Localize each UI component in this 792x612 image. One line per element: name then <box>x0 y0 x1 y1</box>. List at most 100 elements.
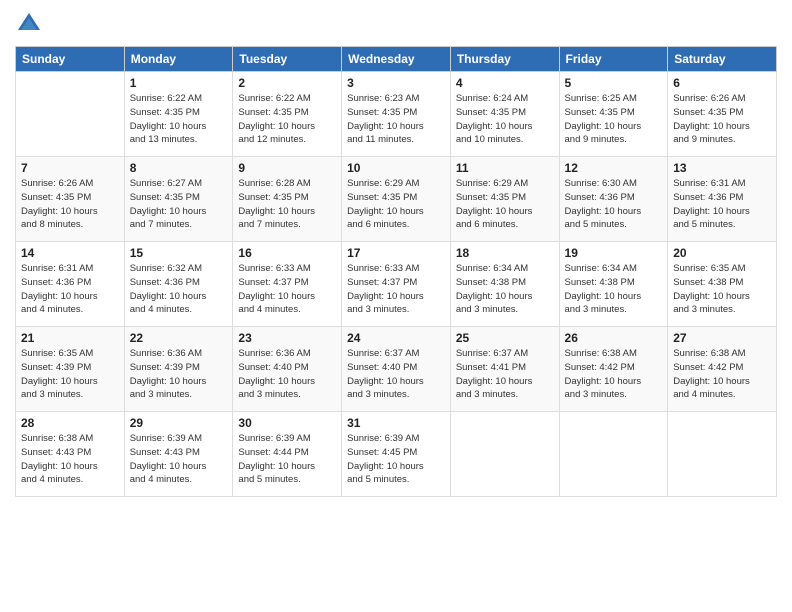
day-info: Sunrise: 6:35 AM Sunset: 4:38 PM Dayligh… <box>673 262 771 317</box>
day-number: 10 <box>347 161 445 175</box>
calendar-cell: 25Sunrise: 6:37 AM Sunset: 4:41 PM Dayli… <box>450 327 559 412</box>
logo <box>15 10 45 38</box>
day-info: Sunrise: 6:25 AM Sunset: 4:35 PM Dayligh… <box>565 92 663 147</box>
weekday-row: SundayMondayTuesdayWednesdayThursdayFrid… <box>16 47 777 72</box>
day-number: 4 <box>456 76 554 90</box>
calendar-cell: 9Sunrise: 6:28 AM Sunset: 4:35 PM Daylig… <box>233 157 342 242</box>
day-info: Sunrise: 6:38 AM Sunset: 4:43 PM Dayligh… <box>21 432 119 487</box>
logo-icon <box>15 10 43 38</box>
calendar-cell <box>668 412 777 497</box>
day-info: Sunrise: 6:32 AM Sunset: 4:36 PM Dayligh… <box>130 262 228 317</box>
calendar-cell: 11 Sunrise: 6:29 AM Sunset: 4:35 PM Dayli… <box>450 157 559 242</box>
calendar-week-row: 7Sunrise: 6:26 AM Sunset: 4:35 PM Daylig… <box>16 157 777 242</box>
day-info: Sunrise: 6:29 AM Sunset: 4:35 PM Dayligh… <box>347 177 445 232</box>
day-info: Sunrise: 6:22 AM Sunset: 4:35 PM Dayligh… <box>130 92 228 147</box>
day-number: 14 <box>21 246 119 260</box>
weekday-header: Saturday <box>668 47 777 72</box>
day-info: Sunrise: 6:39 AM Sunset: 4:44 PM Dayligh… <box>238 432 336 487</box>
calendar-cell: 16 Sunrise: 6:33 AM Sunset: 4:37 PM Dayli… <box>233 242 342 327</box>
day-number: 26 <box>565 331 663 345</box>
day-number: 21 <box>21 331 119 345</box>
day-number: 29 <box>130 416 228 430</box>
calendar-cell: 30 Sunrise: 6:39 AM Sunset: 4:44 PM Dayli… <box>233 412 342 497</box>
day-number: 15 <box>130 246 228 260</box>
day-number: 31 <box>347 416 445 430</box>
day-info: Sunrise: 6:26 AM Sunset: 4:35 PM Dayligh… <box>673 92 771 147</box>
day-info: Sunrise: 6:31 AM Sunset: 4:36 PM Dayligh… <box>21 262 119 317</box>
calendar-cell: 15 Sunrise: 6:32 AM Sunset: 4:36 PM Dayli… <box>124 242 233 327</box>
day-info: Sunrise: 6:30 AM Sunset: 4:36 PM Dayligh… <box>565 177 663 232</box>
calendar-cell: 2 Sunrise: 6:22 AM Sunset: 4:35 PM Daylig… <box>233 72 342 157</box>
day-info: Sunrise: 6:34 AM Sunset: 4:38 PM Dayligh… <box>565 262 663 317</box>
day-info: Sunrise: 6:36 AM Sunset: 4:39 PM Dayligh… <box>130 347 228 402</box>
calendar-cell: 3 Sunrise: 6:23 AM Sunset: 4:35 PM Daylig… <box>342 72 451 157</box>
day-number: 24 <box>347 331 445 345</box>
day-info: Sunrise: 6:22 AM Sunset: 4:35 PM Dayligh… <box>238 92 336 147</box>
calendar-cell: 13 Sunrise: 6:31 AM Sunset: 4:36 PM Dayli… <box>668 157 777 242</box>
day-info: Sunrise: 6:26 AM Sunset: 4:35 PM Dayligh… <box>21 177 119 232</box>
day-number: 1 <box>130 76 228 90</box>
calendar-cell: 26Sunrise: 6:38 AM Sunset: 4:42 PM Dayli… <box>559 327 668 412</box>
day-info: Sunrise: 6:24 AM Sunset: 4:35 PM Dayligh… <box>456 92 554 147</box>
day-info: Sunrise: 6:29 AM Sunset: 4:35 PM Dayligh… <box>456 177 554 232</box>
calendar-week-row: 28 Sunrise: 6:38 AM Sunset: 4:43 PM Dayli… <box>16 412 777 497</box>
weekday-header: Sunday <box>16 47 125 72</box>
calendar-cell: 8 Sunrise: 6:27 AM Sunset: 4:35 PM Daylig… <box>124 157 233 242</box>
day-number: 23 <box>238 331 336 345</box>
day-number: 12 <box>565 161 663 175</box>
calendar-cell: 23 Sunrise: 6:36 AM Sunset: 4:40 PM Dayli… <box>233 327 342 412</box>
weekday-header: Tuesday <box>233 47 342 72</box>
calendar-cell: 24 Sunrise: 6:37 AM Sunset: 4:40 PM Dayli… <box>342 327 451 412</box>
weekday-header: Wednesday <box>342 47 451 72</box>
calendar-cell <box>559 412 668 497</box>
day-number: 3 <box>347 76 445 90</box>
day-info: Sunrise: 6:28 AM Sunset: 4:35 PM Dayligh… <box>238 177 336 232</box>
header <box>15 10 777 38</box>
day-info: Sunrise: 6:34 AM Sunset: 4:38 PM Dayligh… <box>456 262 554 317</box>
day-number: 2 <box>238 76 336 90</box>
day-info: Sunrise: 6:36 AM Sunset: 4:40 PM Dayligh… <box>238 347 336 402</box>
day-info: Sunrise: 6:33 AM Sunset: 4:37 PM Dayligh… <box>347 262 445 317</box>
calendar-cell <box>16 72 125 157</box>
day-number: 11 <box>456 161 554 175</box>
calendar-cell: 5 Sunrise: 6:25 AM Sunset: 4:35 PM Daylig… <box>559 72 668 157</box>
page: SundayMondayTuesdayWednesdayThursdayFrid… <box>0 0 792 612</box>
day-number: 28 <box>21 416 119 430</box>
day-number: 30 <box>238 416 336 430</box>
calendar-body: 1 Sunrise: 6:22 AM Sunset: 4:35 PM Daylig… <box>16 72 777 497</box>
calendar-cell: 6 Sunrise: 6:26 AM Sunset: 4:35 PM Daylig… <box>668 72 777 157</box>
calendar-cell: 28 Sunrise: 6:38 AM Sunset: 4:43 PM Dayli… <box>16 412 125 497</box>
calendar-week-row: 14 Sunrise: 6:31 AM Sunset: 4:36 PM Dayli… <box>16 242 777 327</box>
calendar-cell: 29Sunrise: 6:39 AM Sunset: 4:43 PM Dayli… <box>124 412 233 497</box>
calendar-cell: 20 Sunrise: 6:35 AM Sunset: 4:38 PM Dayli… <box>668 242 777 327</box>
calendar-cell: 21Sunrise: 6:35 AM Sunset: 4:39 PM Dayli… <box>16 327 125 412</box>
day-number: 13 <box>673 161 771 175</box>
day-number: 20 <box>673 246 771 260</box>
calendar-cell <box>450 412 559 497</box>
day-number: 16 <box>238 246 336 260</box>
day-number: 17 <box>347 246 445 260</box>
weekday-header: Friday <box>559 47 668 72</box>
day-info: Sunrise: 6:31 AM Sunset: 4:36 PM Dayligh… <box>673 177 771 232</box>
calendar-cell: 12 Sunrise: 6:30 AM Sunset: 4:36 PM Dayli… <box>559 157 668 242</box>
calendar-table: SundayMondayTuesdayWednesdayThursdayFrid… <box>15 46 777 497</box>
calendar-cell: 18 Sunrise: 6:34 AM Sunset: 4:38 PM Dayli… <box>450 242 559 327</box>
calendar-cell: 22Sunrise: 6:36 AM Sunset: 4:39 PM Dayli… <box>124 327 233 412</box>
weekday-header: Monday <box>124 47 233 72</box>
day-info: Sunrise: 6:27 AM Sunset: 4:35 PM Dayligh… <box>130 177 228 232</box>
calendar-cell: 10 Sunrise: 6:29 AM Sunset: 4:35 PM Dayli… <box>342 157 451 242</box>
calendar-cell: 14 Sunrise: 6:31 AM Sunset: 4:36 PM Dayli… <box>16 242 125 327</box>
day-number: 5 <box>565 76 663 90</box>
day-info: Sunrise: 6:33 AM Sunset: 4:37 PM Dayligh… <box>238 262 336 317</box>
calendar-cell: 4 Sunrise: 6:24 AM Sunset: 4:35 PM Daylig… <box>450 72 559 157</box>
day-number: 6 <box>673 76 771 90</box>
day-info: Sunrise: 6:23 AM Sunset: 4:35 PM Dayligh… <box>347 92 445 147</box>
day-number: 27 <box>673 331 771 345</box>
calendar-week-row: 21Sunrise: 6:35 AM Sunset: 4:39 PM Dayli… <box>16 327 777 412</box>
day-number: 18 <box>456 246 554 260</box>
day-number: 19 <box>565 246 663 260</box>
day-number: 8 <box>130 161 228 175</box>
day-number: 25 <box>456 331 554 345</box>
day-info: Sunrise: 6:37 AM Sunset: 4:40 PM Dayligh… <box>347 347 445 402</box>
weekday-header: Thursday <box>450 47 559 72</box>
